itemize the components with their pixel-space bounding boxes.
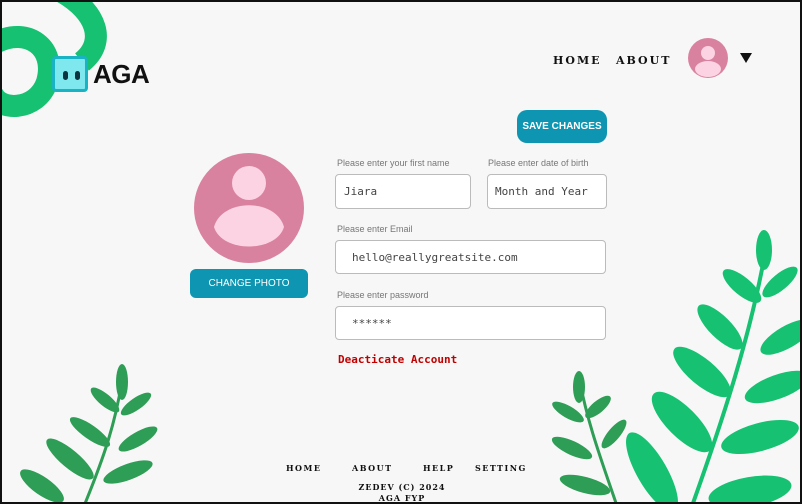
dropdown-caret-icon[interactable] [740, 53, 752, 63]
footer-home-link[interactable]: HOME [286, 463, 321, 473]
footer-help-link[interactable]: HELP [423, 463, 454, 473]
plant-left-decoration [20, 364, 158, 502]
logo-icon [52, 56, 88, 92]
password-field[interactable]: ****** [335, 306, 606, 340]
birth-date-label: Please enter date of birth [488, 158, 589, 168]
brand-name: AGA [93, 58, 150, 89]
email-label: Please enter Email [337, 224, 413, 234]
birth-date-field[interactable]: Month and Year [487, 174, 607, 209]
logo-eye-left [63, 71, 68, 80]
deactivate-account-link[interactable]: Deacticate Account [338, 353, 457, 366]
app-frame: AGA HOME ABOUT SAVE CHANGES CHANGE PHOTO… [0, 0, 802, 504]
nav-home-link[interactable]: HOME [553, 54, 602, 67]
logo-eye-right [75, 71, 80, 80]
first-name-label: Please enter your first name [337, 158, 450, 168]
footer-copyright: ZEDEV (C) 2024 [358, 482, 446, 492]
password-label: Please enter password [337, 290, 429, 300]
save-changes-button[interactable]: SAVE CHANGES [517, 110, 607, 143]
email-field[interactable]: hello@reallygreatsite.com [335, 240, 606, 274]
footer-setting-link[interactable]: SETTING [475, 463, 527, 473]
user-silhouette-icon [214, 166, 284, 247]
user-avatar[interactable] [688, 38, 728, 78]
footer-project: AGA FYP [378, 493, 426, 503]
first-name-field[interactable]: Jiara [335, 174, 471, 209]
profile-photo [194, 153, 304, 263]
footer-about-link[interactable]: ABOUT [352, 463, 393, 473]
user-silhouette-icon [695, 46, 721, 77]
nav-about-link[interactable]: ABOUT [616, 54, 671, 67]
change-photo-button[interactable]: CHANGE PHOTO [190, 269, 308, 298]
brand-logo[interactable]: AGA [52, 56, 150, 92]
